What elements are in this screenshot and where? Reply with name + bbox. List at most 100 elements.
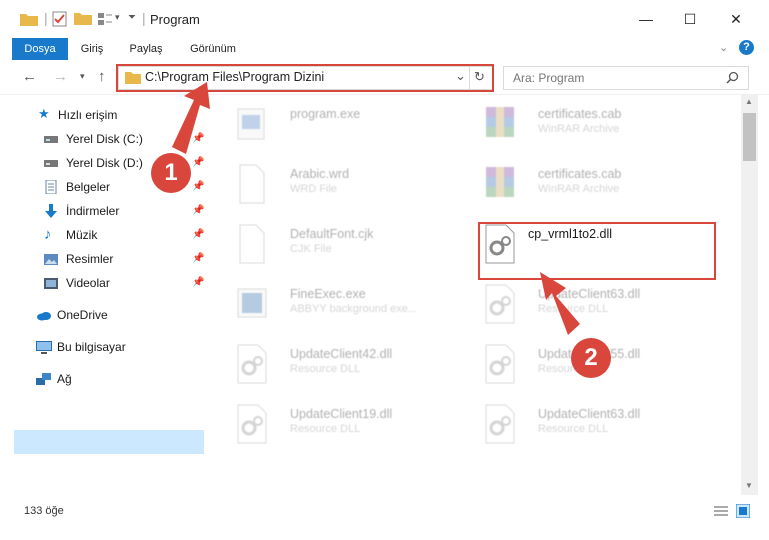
qa-dropdown-icon[interactable]: ▾ [115, 12, 120, 30]
sidebar-item-videos[interactable]: Videolar [44, 271, 204, 295]
step-badge-1: 1 [151, 153, 191, 193]
documents-icon [45, 180, 57, 194]
back-button[interactable]: ← [22, 68, 37, 85]
explorer-window: | ▾ ⏷ | Program — ☐ ✕ Dosya Giriş Paylaş… [0, 0, 769, 540]
sidebar-item-label: Müzik [66, 228, 98, 242]
sidebar-item-network[interactable]: Ağ [36, 367, 72, 391]
sidebar-item-label: Belgeler [66, 180, 111, 194]
file-item[interactable]: program.exe [224, 99, 458, 153]
recent-locations-icon[interactable]: ▾ [80, 71, 85, 82]
sidebar-item-downloads[interactable]: İndirmeler [44, 199, 204, 223]
pin-icon: 📌 [192, 253, 205, 264]
properties-icon[interactable] [52, 11, 68, 27]
network-icon [36, 373, 51, 385]
file-list: program.exe certificates.cab WinRAR Arch… [214, 95, 740, 495]
sidebar-item-label: Yerel Disk (C:) [66, 132, 143, 146]
close-button[interactable]: ✕ [713, 0, 759, 38]
quick-access[interactable]: ★ Hızlı erişim [38, 103, 117, 127]
file-type: Resource DLL [538, 303, 609, 315]
vertical-scrollbar[interactable]: ▲ ▼ [741, 95, 758, 495]
item-count: 133 öğe [24, 505, 64, 517]
minimize-button[interactable]: — [623, 0, 669, 38]
file-type: Resource DLL [290, 423, 361, 435]
file-item[interactable]: UpdateClient63.dll Resource DLL [472, 399, 706, 453]
quick-access-label: Hızlı erişim [58, 108, 118, 122]
file-item[interactable]: Arabic.wrd WRD File [224, 159, 458, 213]
new-folder-icon[interactable] [74, 11, 92, 25]
sidebar-item-disk-c[interactable]: Yerel Disk (C:) [44, 127, 204, 151]
pin-icon: 📌 [192, 229, 205, 240]
tab-share[interactable]: Paylaş [124, 38, 168, 60]
title-bar: | ▾ ⏷ | Program — ☐ ✕ [0, 0, 769, 38]
forward-button[interactable]: → [53, 68, 68, 85]
sidebar-item-label: Resimler [66, 252, 114, 266]
scroll-down-icon[interactable]: ▼ [745, 481, 753, 490]
file-type: WinRAR Archive [538, 123, 620, 135]
sidebar-item-label: Bu bilgisayar [57, 340, 126, 354]
file-item[interactable]: FineExec.exe ABBYY background exe... [224, 279, 458, 333]
pin-icon: 📌 [192, 157, 205, 168]
dll-file-icon [237, 344, 267, 384]
search-icon[interactable] [726, 71, 739, 84]
drive-icon [44, 160, 58, 167]
window-title: Program [150, 12, 200, 27]
download-icon [45, 204, 57, 218]
dll-file-icon [237, 404, 267, 444]
blank-file-icon [239, 224, 265, 264]
qa-overflow-icon[interactable]: ⏷ [128, 12, 136, 30]
sidebar-item-label: Ağ [57, 372, 72, 386]
sidebar-item-this-pc[interactable]: Bu bilgisayar [36, 335, 126, 359]
scroll-thumb[interactable] [743, 113, 756, 161]
sidebar-item-label: İndirmeler [66, 204, 120, 218]
sidebar-item-music[interactable]: ♪ Müzik [44, 223, 204, 247]
file-name: UpdateClient19.dll [290, 407, 393, 421]
tab-view[interactable]: Görünüm [182, 38, 244, 60]
file-item[interactable]: UpdateClient42.dll Resource DLL [224, 339, 458, 393]
music-icon: ♪ [44, 226, 52, 243]
step-badge-2: 2 [571, 338, 611, 378]
large-icons-view-icon[interactable] [736, 504, 750, 518]
customize-qa-icon[interactable] [97, 11, 113, 27]
exe-file-icon [237, 108, 265, 140]
file-item[interactable]: certificates.cab WinRAR Archive [472, 159, 706, 213]
winrar-archive-icon [486, 167, 514, 197]
file-item[interactable]: certificates.cab WinRAR Archive [472, 99, 706, 153]
sidebar-item-pictures[interactable]: Resimler [44, 247, 204, 271]
exe-file-icon [237, 288, 267, 318]
sidebar-item-label: Videolar [66, 276, 110, 290]
ribbon-tabs: Dosya Giriş Paylaş Görünüm ⌄ ? [0, 38, 769, 92]
file-name: FineExec.exe [290, 287, 366, 301]
file-type: WRD File [290, 183, 338, 195]
status-bar: 133 öğe [0, 497, 769, 525]
file-name: certificates.cab [538, 107, 622, 121]
help-icon[interactable]: ? [739, 40, 754, 55]
search-box[interactable]: Ara: Program [503, 66, 749, 90]
file-name: UpdateClient42.dll [290, 347, 393, 361]
scroll-up-icon[interactable]: ▲ [745, 97, 753, 106]
up-button[interactable]: ↑ [98, 68, 106, 85]
file-type: Resource DLL [290, 363, 361, 375]
file-item[interactable]: DefaultFont.cjk CJK File [224, 219, 458, 273]
expand-ribbon-icon[interactable]: ⌄ [719, 41, 728, 54]
videos-icon [44, 278, 58, 289]
tab-home[interactable]: Giriş [72, 38, 112, 60]
star-icon: ★ [38, 106, 50, 121]
computer-icon [36, 341, 52, 354]
file-item[interactable]: UpdateClient19.dll Resource DLL [224, 399, 458, 453]
blank-file-icon [239, 164, 265, 204]
pictures-icon [44, 254, 58, 265]
file-item[interactable]: UpdateClient63.dll Resource DLL [472, 279, 706, 333]
file-name: program.exe [290, 107, 361, 121]
details-view-icon[interactable] [714, 505, 728, 517]
file-type: CJK File [290, 243, 332, 255]
pin-icon: 📌 [192, 277, 205, 288]
sidebar-item-label: OneDrive [57, 308, 108, 322]
file-name: DefaultFont.cjk [290, 227, 374, 241]
selected-row-highlight [14, 430, 204, 454]
separator: | [142, 10, 146, 26]
maximize-button[interactable]: ☐ [667, 0, 713, 38]
file-type: ABBYY background exe... [290, 303, 417, 315]
folder-icon [20, 14, 38, 26]
file-type: Resource DLL [538, 423, 609, 435]
sidebar-item-onedrive[interactable]: OneDrive [36, 303, 108, 327]
